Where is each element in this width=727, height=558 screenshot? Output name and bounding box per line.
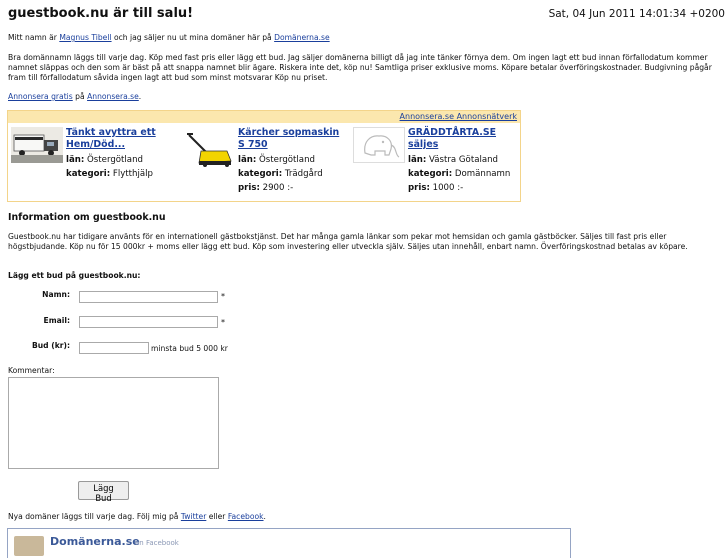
- kategori-value: Flytthjälp: [112, 169, 153, 179]
- date-time: Sat, 04 Jun 2011 14:01:34 +0200: [548, 8, 725, 20]
- advertise-text: Annonsera gratis på Annonsera.se.: [8, 92, 720, 102]
- footer-prefix: Nya domäner läggs till varje dag. Följ m…: [8, 512, 181, 521]
- email-label: Email:: [43, 316, 70, 325]
- elephant-logo-thumbnail[interactable]: [353, 127, 405, 163]
- info-text: Guestbook.nu har tidigare använts för en…: [8, 232, 688, 251]
- pris-label: pris:: [408, 183, 430, 193]
- pris-label: pris:: [238, 183, 260, 193]
- ad-title[interactable]: Tänkt avyttra ett Hem/Död...: [66, 127, 176, 151]
- intro-prefix: Mitt namn är: [8, 33, 60, 42]
- kategori-label: kategori:: [238, 169, 283, 179]
- pris-value: 2900 :-: [262, 183, 294, 193]
- ad-network-header: Annonsera.se Annonsnätverk: [8, 111, 520, 123]
- kategori-label: kategori:: [408, 169, 453, 179]
- ad-kategori: kategori: Trädgård: [238, 167, 323, 181]
- sweeper-thumbnail[interactable]: [183, 127, 235, 171]
- ad-item[interactable]: GRÄDDTÅRTA.SE säljes län: Västra Götalan…: [350, 127, 520, 201]
- description-text: Bra domännamn läggs till varje dag. Köp …: [8, 53, 712, 82]
- intro-text: Mitt namn är Magnus Tibell och jag sälje…: [8, 33, 720, 43]
- owner-link[interactable]: Magnus Tibell: [59, 33, 111, 42]
- lan-label: län:: [408, 155, 427, 165]
- ad-network-link[interactable]: Annonsera.se Annonsnätverk: [400, 112, 517, 121]
- twitter-link[interactable]: Twitter: [181, 512, 206, 521]
- kategori-label: kategori:: [66, 169, 111, 179]
- name-input[interactable]: [79, 291, 218, 303]
- lan-value: Östergötland: [259, 155, 315, 165]
- comment-label: Kommentar:: [8, 366, 55, 375]
- kategori-value: Domännamn: [454, 169, 511, 179]
- ad-kategori: kategori: Flytthjälp: [66, 167, 153, 181]
- email-input[interactable]: [79, 316, 218, 328]
- pris-value: 1000 :-: [432, 183, 464, 193]
- min-bid-note: minsta bud 5 000 kr: [151, 344, 228, 353]
- footer-middle: eller: [206, 512, 228, 521]
- footer-end: .: [263, 512, 266, 521]
- lan-label: län:: [66, 155, 85, 165]
- name-label: Namn:: [42, 290, 70, 299]
- info-heading: Information om guestbook.nu: [8, 212, 166, 223]
- footer-text: Nya domäner läggs till varje dag. Följ m…: [8, 512, 720, 522]
- bid-form-heading: Lägg ett bud på guestbook.nu:: [8, 271, 141, 280]
- truck-thumbnail[interactable]: [11, 127, 63, 163]
- submit-bid-button[interactable]: Lägg Bud: [78, 481, 129, 503]
- ad-title[interactable]: Kärcher sopmaskin S 750: [238, 127, 348, 151]
- kategori-value: Trädgård: [284, 169, 323, 179]
- ad-title[interactable]: GRÄDDTÅRTA.SE säljes: [408, 127, 518, 151]
- domanerna-link[interactable]: Domänerna.se: [274, 33, 330, 42]
- lan-label: län:: [238, 155, 257, 165]
- facebook-on-label: on Facebook: [135, 539, 179, 547]
- advertise-free-link[interactable]: Annonsera gratis: [8, 92, 73, 101]
- ad-pris: pris: 2900 :-: [238, 181, 293, 195]
- facebook-page-name[interactable]: Domänerna.se: [50, 535, 140, 548]
- facebook-like-box: Domänerna.se on Facebook: [7, 528, 571, 558]
- bid-input[interactable]: [79, 342, 149, 354]
- ad-lan: län: Östergötland: [66, 153, 143, 167]
- comment-textarea[interactable]: [8, 377, 219, 469]
- intro-middle: och jag säljer nu ut mina domäner här på: [111, 33, 275, 42]
- ad-lan: län: Östergötland: [238, 153, 315, 167]
- ad-network-box: Annonsera.se Annonsnätverk Tänkt avyttra…: [7, 110, 521, 202]
- lan-value: Östergötland: [87, 155, 143, 165]
- advertise-middle: på: [72, 92, 88, 101]
- annonsera-link[interactable]: Annonsera.se: [87, 92, 139, 101]
- page-title: guestbook.nu är till salu!: [8, 6, 194, 21]
- bid-label: Bud (kr):: [31, 341, 70, 350]
- ad-lan: län: Västra Götaland: [408, 153, 498, 167]
- facebook-link[interactable]: Facebook: [228, 512, 264, 521]
- email-required-marker: *: [221, 318, 225, 327]
- facebook-page-avatar[interactable]: [14, 536, 44, 556]
- lan-value: Västra Götaland: [429, 155, 499, 165]
- ad-pris: pris: 1000 :-: [408, 181, 463, 195]
- ad-item[interactable]: Tänkt avyttra ett Hem/Död... län: Österg…: [8, 127, 178, 201]
- name-required-marker: *: [221, 292, 225, 301]
- advertise-end: .: [138, 92, 142, 101]
- ad-item[interactable]: Kärcher sopmaskin S 750 län: Östergötlan…: [180, 127, 350, 201]
- ad-kategori: kategori: Domännamn: [408, 167, 510, 181]
